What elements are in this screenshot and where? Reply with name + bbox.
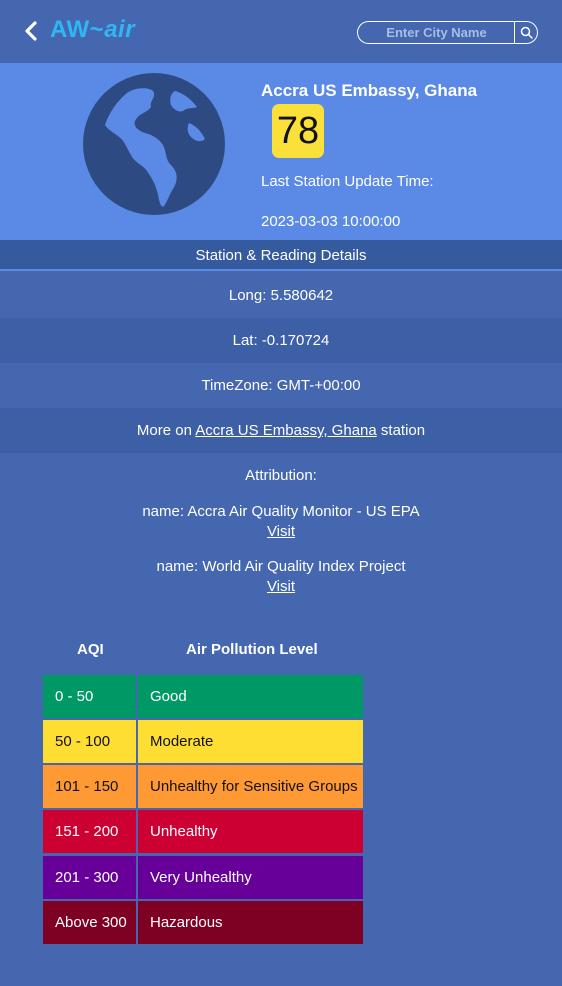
- logo-suffix: air: [104, 16, 136, 43]
- attribution-item: name: Accra Air Quality Monitor - US EPA…: [0, 502, 562, 542]
- update-time-value: 2023-03-03 10:00:00: [261, 213, 401, 230]
- station-name: Accra US Embassy, Ghana: [261, 81, 478, 100]
- legend-range-cell: Above 300: [43, 901, 136, 944]
- chevron-left-icon[interactable]: [22, 20, 42, 42]
- latitude-row: Lat: -0.170724: [0, 318, 562, 363]
- legend-level-cell: Very Unhealthy: [138, 856, 363, 899]
- logo-prefix: AW~: [50, 16, 105, 43]
- city-search: [357, 21, 538, 44]
- city-search-input[interactable]: [357, 21, 515, 44]
- legend-range-cell: 50 - 100: [43, 720, 136, 763]
- attribution-name: name: Accra Air Quality Monitor - US EPA: [142, 503, 420, 520]
- app-logo[interactable]: AW~air: [50, 16, 135, 44]
- top-bar: AW~air: [0, 0, 562, 63]
- longitude-row: Long: 5.580642: [0, 273, 562, 318]
- attribution-visit-link[interactable]: Visit: [267, 578, 295, 595]
- legend-level-cell: Unhealthy for Sensitive Groups: [138, 765, 363, 808]
- legend-header-level: Air Pollution Level: [186, 641, 318, 658]
- update-time-label: Last Station Update Time:: [261, 173, 434, 190]
- timezone-row: TimeZone: GMT-+00:00: [0, 363, 562, 408]
- station-link[interactable]: Accra US Embassy, Ghana: [195, 422, 376, 439]
- legend-header-aqi: AQI: [77, 641, 104, 658]
- legend-range-cell: 101 - 150: [43, 765, 136, 808]
- legend-range-cell: 0 - 50: [43, 675, 136, 718]
- attribution-item: name: World Air Quality Index Project Vi…: [0, 557, 562, 597]
- more-prefix: More on: [136, 422, 192, 439]
- legend-level-cell: Hazardous: [138, 901, 363, 944]
- search-button[interactable]: [514, 21, 538, 44]
- legend-level-cell: Unhealthy: [138, 810, 363, 853]
- more-suffix: station: [380, 422, 426, 439]
- station-summary: Accra US Embassy, Ghana 78 Last Station …: [0, 63, 562, 240]
- details-header: Station & Reading Details: [0, 240, 562, 271]
- legend-range-cell: 151 - 200: [43, 810, 136, 853]
- search-icon: [520, 26, 533, 39]
- legend-range-cell: 201 - 300: [43, 856, 136, 899]
- attribution-title: Attribution:: [245, 467, 317, 484]
- more-info-row: More on Accra US Embassy, Ghana station: [0, 408, 562, 453]
- attribution-visit-link[interactable]: Visit: [267, 523, 295, 540]
- legend-level-cell: Good: [138, 675, 363, 718]
- aqi-badge: 78: [272, 104, 324, 158]
- attribution-name: name: World Air Quality Index Project: [156, 558, 406, 575]
- legend-level-cell: Moderate: [138, 720, 363, 763]
- globe-icon: [83, 73, 225, 215]
